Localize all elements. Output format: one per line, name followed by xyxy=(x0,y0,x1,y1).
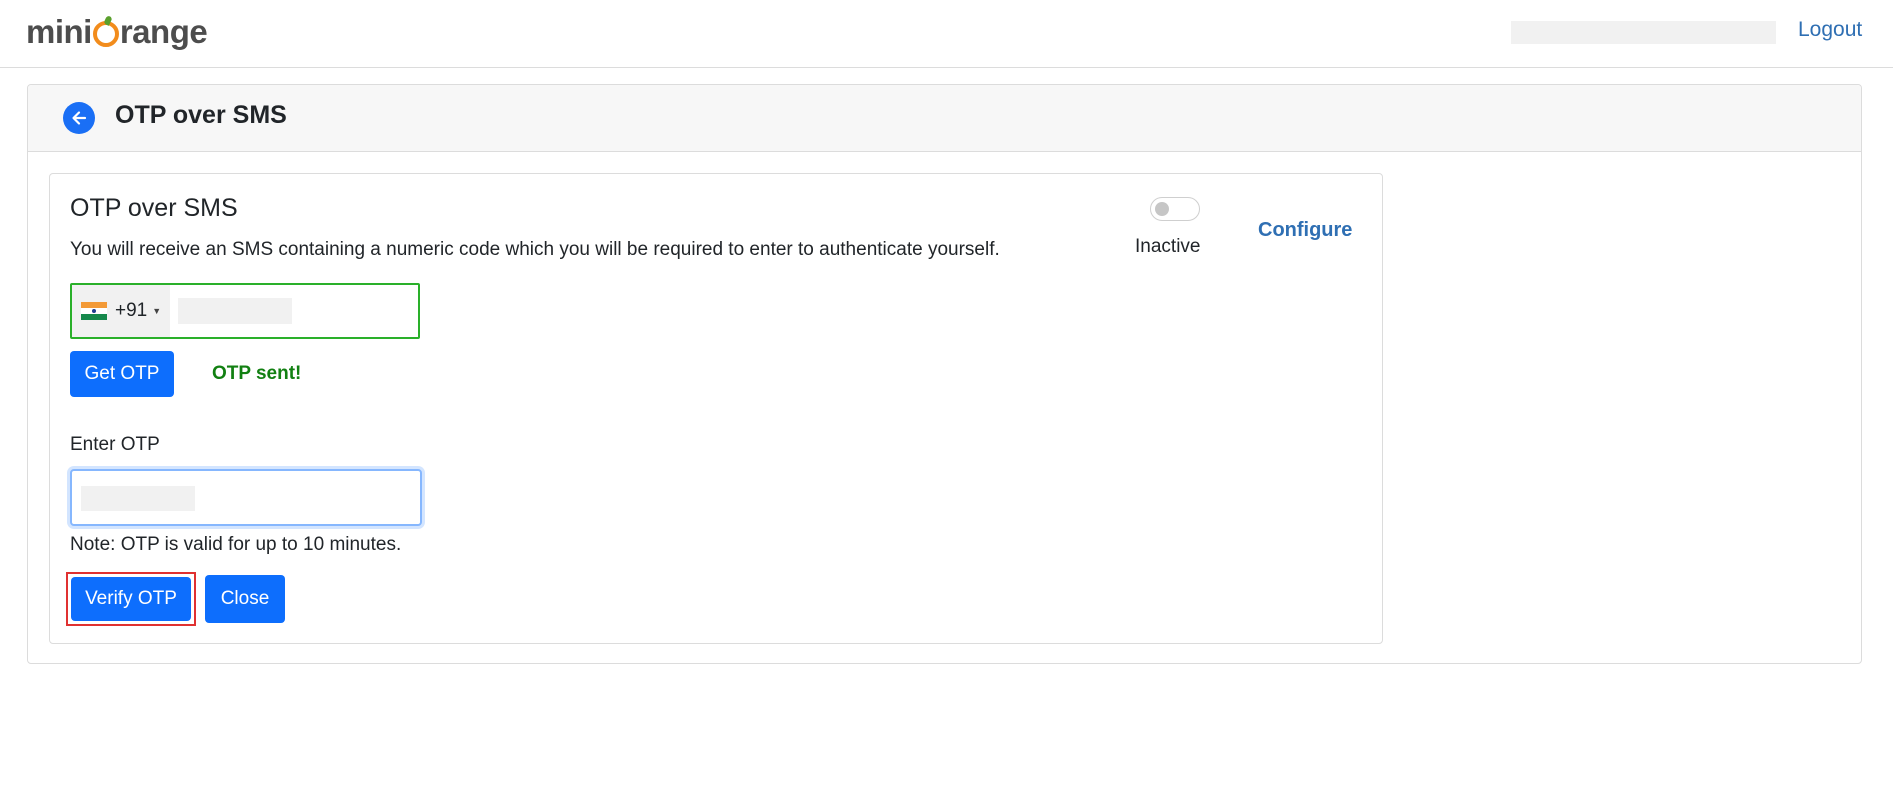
country-code-select[interactable]: +91 ▼ xyxy=(72,285,170,337)
page-card-header: OTP over SMS xyxy=(28,85,1861,152)
phone-number-field: +91 ▼ xyxy=(70,283,420,339)
india-flag-icon xyxy=(81,302,107,320)
phone-number-input[interactable] xyxy=(170,285,418,337)
method-title: OTP over SMS xyxy=(70,194,238,222)
page-card: OTP over SMS OTP over SMS You will recei… xyxy=(27,84,1862,664)
close-button[interactable]: Close xyxy=(205,575,285,623)
logo-text-suffix: range xyxy=(119,13,208,50)
top-navbar: mini range Logout xyxy=(0,0,1893,68)
otp-method-card: OTP over SMS You will receive an SMS con… xyxy=(49,173,1383,644)
user-name-redacted xyxy=(1511,21,1776,44)
otp-field-label: Enter OTP xyxy=(70,434,160,455)
configure-link[interactable]: Configure xyxy=(1258,219,1352,242)
otp-validity-note: Note: OTP is valid for up to 10 minutes. xyxy=(70,534,402,555)
otp-value-redacted xyxy=(81,486,195,511)
miniorange-logo[interactable]: mini range xyxy=(26,12,208,52)
logo-orange-icon xyxy=(92,21,119,47)
status-label: Inactive xyxy=(1135,236,1201,257)
otp-sent-message: OTP sent! xyxy=(212,363,302,384)
arrow-left-icon xyxy=(72,111,87,125)
dial-code: +91 xyxy=(115,300,148,321)
method-toggle-switch[interactable] xyxy=(1150,197,1200,221)
phone-number-redacted xyxy=(178,298,292,324)
logo-text-prefix: mini xyxy=(26,13,92,50)
caret-down-icon: ▼ xyxy=(152,306,162,316)
method-description: You will receive an SMS containing a num… xyxy=(70,239,1000,260)
logout-link[interactable]: Logout xyxy=(1798,18,1862,42)
page-title: OTP over SMS xyxy=(115,101,287,129)
verify-button-highlight: Verify OTP xyxy=(66,572,196,626)
back-button[interactable] xyxy=(63,102,95,134)
otp-input[interactable] xyxy=(70,469,422,526)
verify-otp-button[interactable]: Verify OTP xyxy=(71,577,191,621)
toggle-knob xyxy=(1155,202,1169,216)
get-otp-button[interactable]: Get OTP xyxy=(70,351,174,397)
